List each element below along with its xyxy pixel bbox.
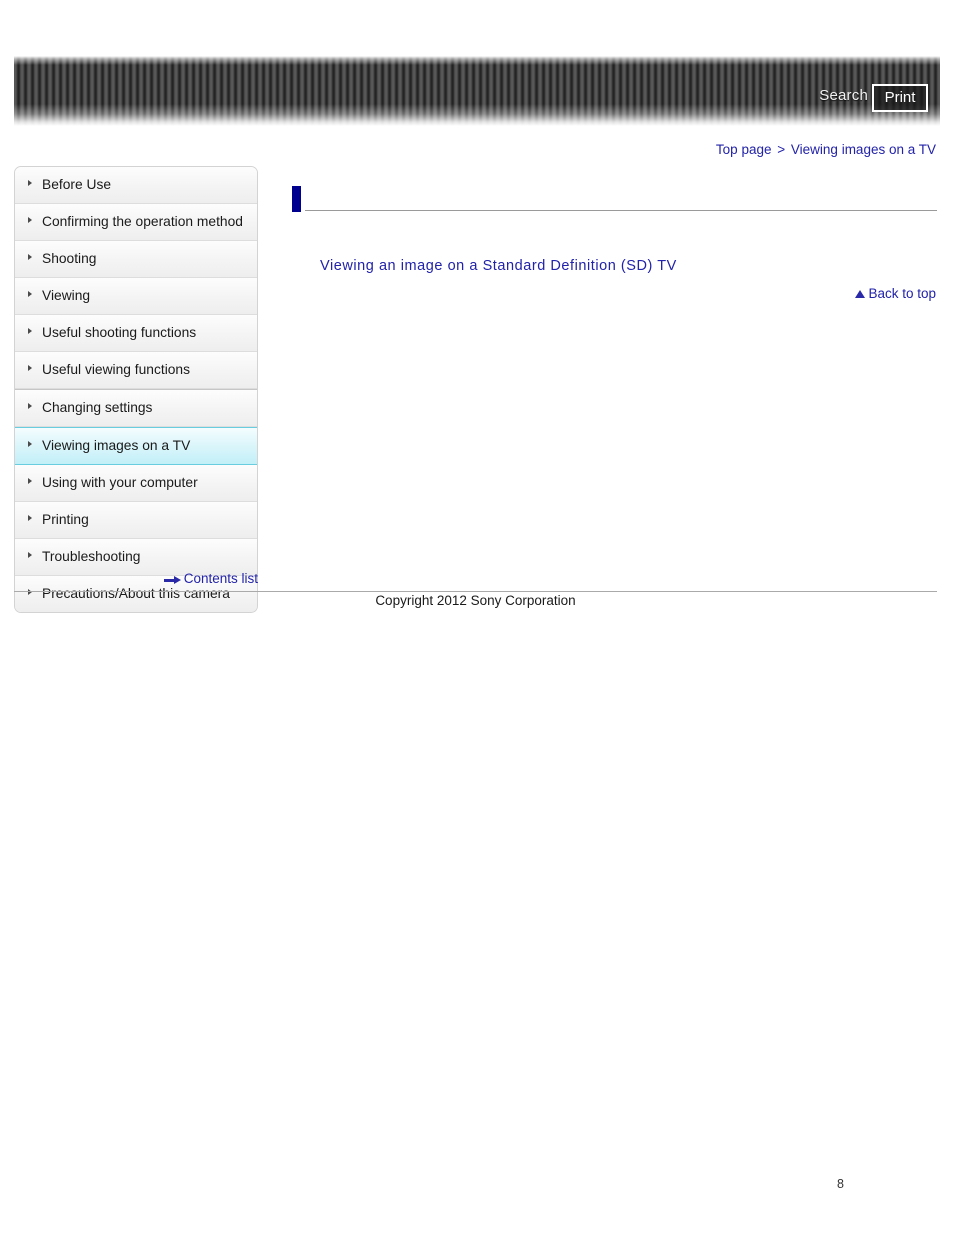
sd-tv-topic-link[interactable]: Viewing an image on a Standard Definitio…: [320, 258, 677, 274]
sidebar-item-label: Printing: [42, 512, 89, 527]
sidebar-item-label: Viewing: [42, 288, 91, 303]
back-to-top-label: Back to top: [868, 286, 936, 301]
sidebar-item-label: Useful shooting functions: [42, 325, 197, 340]
back-to-top-link[interactable]: Back to top: [855, 286, 936, 301]
footer-divider: [14, 591, 937, 592]
breadcrumb-separator: >: [777, 142, 786, 157]
heading-accent-bar: [292, 186, 301, 212]
sidebar-item-label: Troubleshooting: [42, 549, 141, 564]
triangle-right-icon: [28, 515, 32, 521]
sidebar-item-shooting[interactable]: Shooting: [15, 241, 257, 278]
contents-list-link[interactable]: Contents list: [14, 571, 258, 586]
section-heading: [292, 186, 937, 212]
breadcrumb-current-page[interactable]: Viewing images on a TV: [791, 142, 936, 157]
triangle-up-icon: [855, 290, 866, 298]
triangle-right-icon: [28, 478, 32, 484]
heading-divider: [305, 210, 937, 211]
sidebar-item-label: Changing settings: [42, 400, 153, 415]
sidebar-navigation: Before Use Confirming the operation metho…: [14, 166, 258, 613]
sidebar-item-label: Using with your computer: [42, 475, 198, 490]
triangle-right-icon: [28, 217, 32, 223]
sidebar-item-label: Shooting: [42, 251, 97, 266]
striped-banner-background: [14, 56, 940, 126]
print-button[interactable]: Print: [872, 84, 928, 112]
sidebar-item-changing-settings[interactable]: Changing settings: [15, 389, 257, 427]
sidebar-item-viewing[interactable]: Viewing: [15, 278, 257, 315]
sidebar-item-label: Useful viewing functions: [42, 362, 191, 377]
sidebar-item-label: Viewing images on a TV: [42, 438, 191, 453]
triangle-right-icon: [28, 441, 32, 447]
triangle-right-icon: [28, 254, 32, 260]
sidebar-item-before-use[interactable]: Before Use: [15, 167, 257, 204]
breadcrumb: Top page > Viewing images on a TV: [716, 142, 936, 157]
sidebar-item-viewing-images-on-a-tv[interactable]: Viewing images on a TV: [15, 427, 257, 465]
triangle-right-icon: [28, 328, 32, 334]
sidebar-item-label: Before Use: [42, 177, 112, 192]
sidebar-item-printing[interactable]: Printing: [15, 502, 257, 539]
sidebar-item-label: Confirming the operation method: [42, 214, 243, 229]
breadcrumb-top-page-link[interactable]: Top page: [716, 142, 772, 157]
search-label[interactable]: Search: [819, 86, 868, 106]
triangle-right-icon: [28, 180, 32, 186]
sidebar-item-confirming-the-operation-method[interactable]: Confirming the operation method: [15, 204, 257, 241]
triangle-right-icon: [28, 552, 32, 558]
triangle-right-icon: [28, 403, 32, 409]
sidebar-item-useful-viewing-functions[interactable]: Useful viewing functions: [15, 352, 257, 389]
page-number: 8: [837, 1177, 844, 1191]
sidebar-item-useful-shooting-functions[interactable]: Useful shooting functions: [15, 315, 257, 352]
copyright-text: Copyright 2012 Sony Corporation: [375, 593, 576, 608]
header-banner: [14, 56, 940, 126]
triangle-right-icon: [28, 365, 32, 371]
arrow-right-icon: [163, 576, 182, 584]
sidebar-item-using-with-your-computer[interactable]: Using with your computer: [15, 465, 257, 502]
contents-list-label: Contents list: [183, 571, 258, 586]
triangle-right-icon: [28, 291, 32, 297]
